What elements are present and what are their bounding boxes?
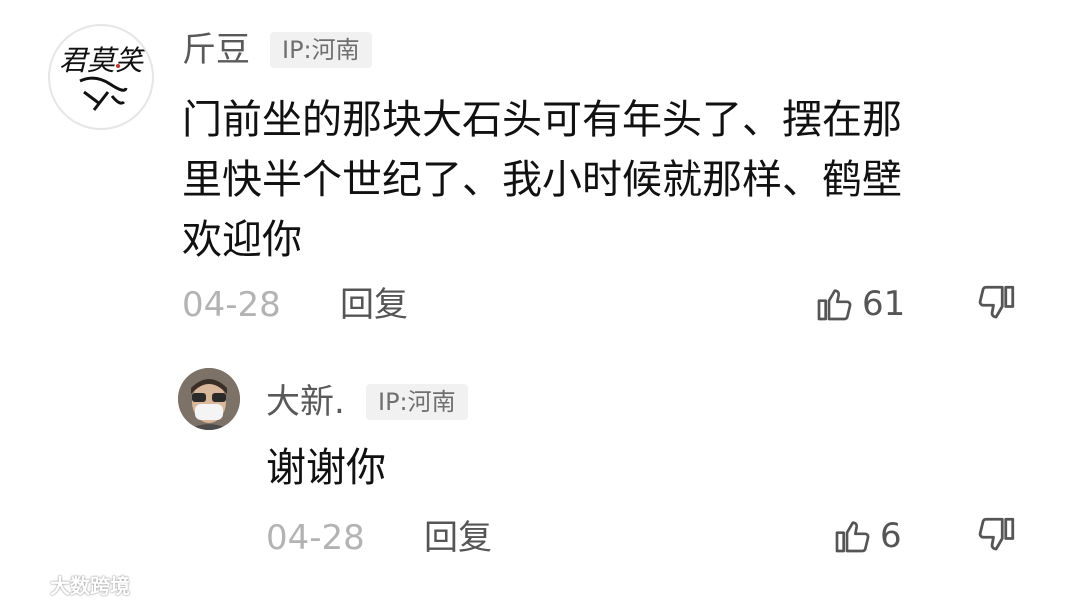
ip-location-badge: IP:河南 xyxy=(366,384,468,420)
comment-text-line: 欢迎你 xyxy=(182,217,302,263)
dislike-button[interactable] xyxy=(976,514,1018,560)
calligraphy-logo-avatar-icon: 君莫笑 xyxy=(59,44,147,111)
masked-man-avatar-icon xyxy=(178,368,240,430)
comment-date: 04-28 xyxy=(266,518,365,558)
like-button[interactable]: 6 xyxy=(832,516,902,556)
user-avatar[interactable] xyxy=(178,368,240,430)
comment-text-line: 里快半个世纪了、我小时候就那样、鹤壁 xyxy=(182,157,902,203)
reply-button[interactable]: 回复 xyxy=(340,285,408,325)
avatar-calligraphy-text: 君莫笑 xyxy=(59,44,147,77)
user-avatar[interactable]: 君莫笑 xyxy=(48,24,154,130)
like-count: 6 xyxy=(880,516,902,556)
dislike-button[interactable] xyxy=(976,282,1018,328)
thumbs-up-icon xyxy=(835,521,870,553)
ip-location-badge: IP:河南 xyxy=(270,32,372,68)
like-count: 61 xyxy=(862,284,906,324)
like-button[interactable]: 61 xyxy=(814,284,905,324)
thumbs-down-icon xyxy=(978,285,1015,319)
comment-text: 谢谢你 xyxy=(266,445,386,491)
comment-text: 门前坐的那块大石头可有年头了、摆在那 里快半个世纪了、我小时候就那样、鹤壁 欢迎… xyxy=(182,90,1002,270)
comment-text-line: 门前坐的那块大石头可有年头了、摆在那 xyxy=(182,97,902,143)
watermark: 大数跨境 xyxy=(6,570,130,599)
thumbs-down-icon xyxy=(978,517,1015,551)
comment-date: 04-28 xyxy=(182,285,281,325)
watermark-logo-icon xyxy=(6,576,46,593)
watermark-text: 大数跨境 xyxy=(50,574,130,598)
username[interactable]: 大新. xyxy=(266,382,345,422)
thumbs-up-icon xyxy=(817,289,852,321)
reply-button[interactable]: 回复 xyxy=(424,518,492,558)
username[interactable]: 斤豆 xyxy=(182,30,250,70)
